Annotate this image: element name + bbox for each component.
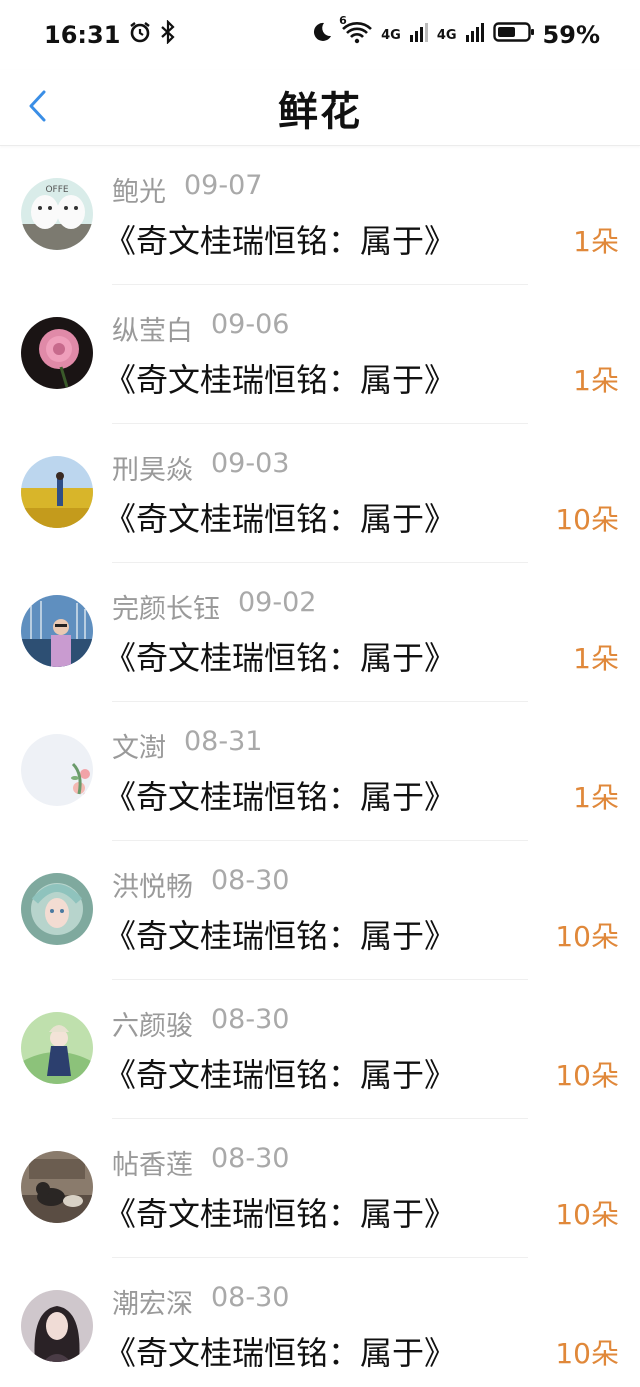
sender-name: 文澍: [112, 733, 166, 764]
gift-title: 《奇文桂瑞恒铭：属于》: [104, 639, 457, 677]
moon-icon: [309, 20, 333, 50]
list-item[interactable]: 完颜长钰 09-02 《奇文桂瑞恒铭：属于》 1朵: [0, 563, 640, 702]
chevron-left-icon: [27, 89, 47, 127]
gift-title: 《奇文桂瑞恒铭：属于》: [104, 500, 457, 538]
sender-name: 完颜长钰: [112, 594, 220, 625]
page-title: 鲜花: [278, 88, 362, 135]
sender-name: 鲍光: [112, 177, 166, 208]
status-time: 16:31: [44, 21, 121, 49]
gift-date: 09-02: [238, 587, 317, 618]
battery-icon: [492, 20, 535, 50]
wifi-icon: 6: [339, 14, 373, 50]
sender-name: 纵莹白: [112, 316, 193, 347]
status-bar: 16:31 6 4G 4G 59%: [0, 0, 640, 70]
gift-date: 08-31: [184, 726, 263, 757]
gift-date: 08-30: [211, 1143, 290, 1174]
gift-date: 08-30: [211, 865, 290, 896]
flower-count: 1朵: [573, 781, 619, 814]
gift-title: 《奇文桂瑞恒铭：属于》: [104, 222, 457, 260]
gift-title: 《奇文桂瑞恒铭：属于》: [104, 361, 457, 399]
list-item[interactable]: 潮宏深 08-30 《奇文桂瑞恒铭：属于》 10朵: [0, 1258, 640, 1387]
gift-date: 09-07: [184, 170, 263, 201]
list-item[interactable]: 洪悦畅 08-30 《奇文桂瑞恒铭：属于》 10朵: [0, 841, 640, 980]
alarm-icon: [128, 20, 152, 50]
pink-rose-icon: [21, 317, 93, 389]
gift-title: 《奇文桂瑞恒铭：属于》: [104, 778, 457, 816]
harbor-selfie-icon: [21, 595, 93, 667]
list-item[interactable]: 帖香莲 08-30 《奇文桂瑞恒铭：属于》 10朵: [0, 1119, 640, 1258]
back-button[interactable]: [20, 88, 54, 128]
svg-text:OFFE: OFFE: [45, 185, 68, 195]
network-label-2: 4G: [436, 27, 457, 43]
gift-title: 《奇文桂瑞恒铭：属于》: [104, 1056, 457, 1094]
flower-gift-list: OFFE 鲍光 09-07 《奇文桂瑞恒铭：属于》 1朵 纵莹白 09-06 《奇文…: [0, 146, 640, 1387]
gift-title: 《奇文桂瑞恒铭：属于》: [104, 1195, 457, 1233]
sender-name: 潮宏深: [112, 1289, 193, 1320]
bluetooth-icon: [160, 19, 176, 50]
floral-corner-icon: [21, 734, 93, 806]
signal-icon: [409, 21, 429, 49]
cartoon-eggs-icon: OFFE: [21, 178, 93, 250]
battery-percent: 59%: [542, 21, 600, 49]
gift-date: 09-06: [211, 309, 290, 340]
flower-field-icon: [21, 456, 93, 528]
flower-count: 10朵: [555, 1337, 619, 1370]
flower-count: 10朵: [555, 503, 619, 536]
flower-count: 10朵: [555, 1198, 619, 1231]
sender-name: 帖香莲: [112, 1150, 193, 1181]
anime-character-icon: [21, 1012, 93, 1084]
flower-count: 1朵: [573, 642, 619, 675]
gift-date: 08-30: [211, 1004, 290, 1035]
flower-count: 10朵: [555, 920, 619, 953]
gift-title: 《奇文桂瑞恒铭：属于》: [104, 917, 457, 955]
list-item[interactable]: 纵莹白 09-06 《奇文桂瑞恒铭：属于》 1朵: [0, 285, 640, 424]
sender-name: 六颜骏: [112, 1011, 193, 1042]
signal-icon: [465, 21, 485, 49]
list-item[interactable]: 文澍 08-31 《奇文桂瑞恒铭：属于》 1朵: [0, 702, 640, 841]
network-label-1: 4G: [381, 27, 401, 43]
flower-count: 1朵: [573, 225, 619, 258]
gift-date: 09-03: [211, 448, 290, 479]
wifi-badge: 6: [339, 14, 347, 27]
list-item[interactable]: OFFE 鲍光 09-07 《奇文桂瑞恒铭：属于》 1朵: [0, 146, 640, 285]
flower-count: 10朵: [555, 1059, 619, 1092]
portrait-photo-icon: [21, 1290, 93, 1362]
header-bar: 鲜花: [0, 70, 640, 146]
flower-count: 1朵: [573, 364, 619, 397]
list-item[interactable]: 六颜骏 08-30 《奇文桂瑞恒铭：属于》 10朵: [0, 980, 640, 1119]
fantasy-girl-icon: [21, 873, 93, 945]
cat-photo-icon: [21, 1151, 93, 1223]
sender-name: 洪悦畅: [112, 872, 193, 903]
sender-name: 刑昊焱: [112, 455, 193, 486]
list-item[interactable]: 刑昊焱 09-03 《奇文桂瑞恒铭：属于》 10朵: [0, 424, 640, 563]
gift-date: 08-30: [211, 1282, 290, 1313]
gift-title: 《奇文桂瑞恒铭：属于》: [104, 1334, 457, 1372]
